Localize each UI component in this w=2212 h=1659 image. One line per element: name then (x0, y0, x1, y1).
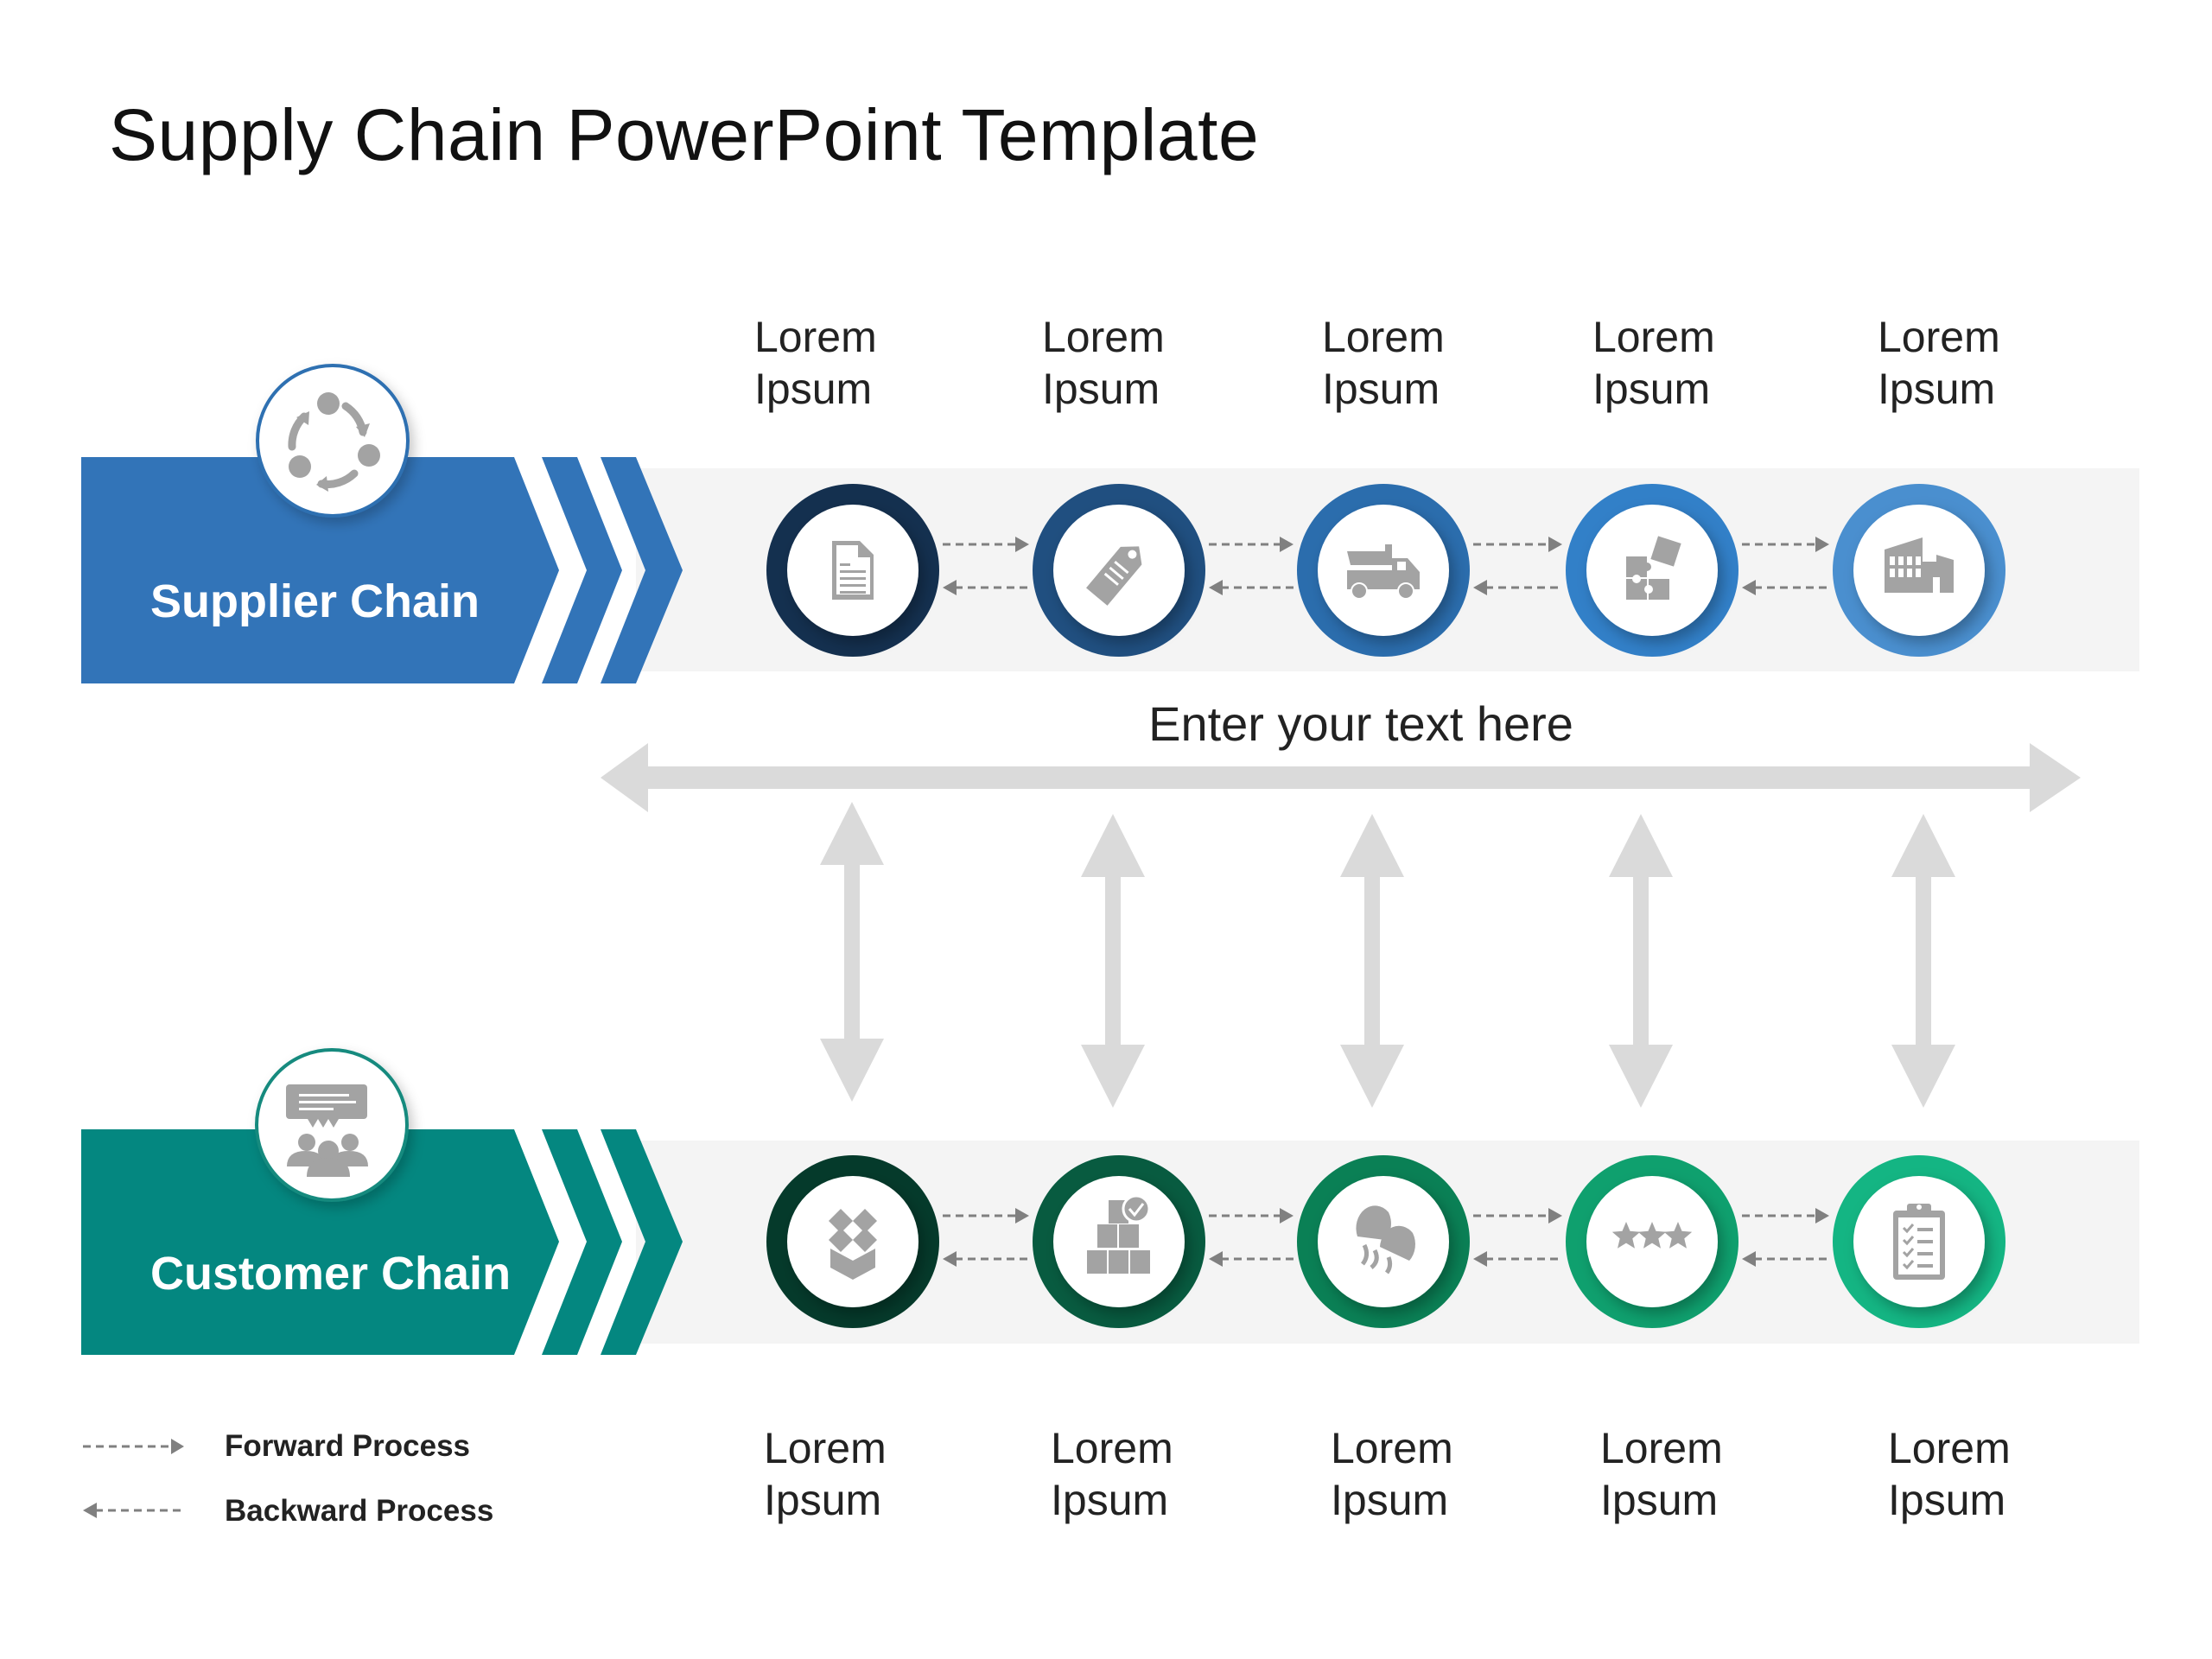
supplier-badge (256, 364, 410, 518)
step-inner (1586, 505, 1718, 636)
customer-badge (255, 1048, 409, 1202)
backward-legend-arrowhead (83, 1503, 97, 1518)
customer-step-label: Lorem Ipsum (1051, 1424, 1173, 1524)
customer-step-node[interactable] (766, 1155, 939, 1328)
customer-step-node[interactable] (1833, 1155, 2005, 1328)
supplier-step-node[interactable] (766, 484, 939, 657)
vertical-double-arrow (1609, 814, 1673, 1108)
vertical-double-arrow (1891, 814, 1955, 1108)
middle-text[interactable]: Enter your text here (1015, 696, 1707, 752)
vertical-double-arrow (820, 802, 884, 1102)
customer-step-node[interactable] (1566, 1155, 1738, 1328)
customer-step-node[interactable] (1033, 1155, 1205, 1328)
document-icon (832, 541, 874, 600)
supplier-chain-title: Supplier Chain (150, 575, 480, 627)
supplier-step-node[interactable] (1833, 484, 2005, 657)
supplier-step-label: Lorem Ipsum (1592, 313, 1715, 413)
supplier-step-node[interactable] (1566, 484, 1738, 657)
customer-step-label: Lorem Ipsum (1600, 1424, 1723, 1524)
step-inner (787, 1176, 918, 1307)
horizontal-double-arrow (601, 743, 2081, 812)
legend-backward-label: Backward Process (225, 1494, 494, 1528)
supplier-step-label: Lorem Ipsum (1042, 313, 1165, 413)
vertical-double-arrow (1081, 814, 1145, 1108)
customer-step-label: Lorem Ipsum (1888, 1424, 2011, 1524)
checklist-clipboard-icon (1893, 1204, 1945, 1280)
vertical-double-arrow (1340, 814, 1404, 1108)
supplier-step-node[interactable] (1033, 484, 1205, 657)
legend-forward-label: Forward Process (225, 1429, 470, 1463)
diagram-canvas (81, 364, 2139, 1518)
supplier-step-label: Lorem Ipsum (1322, 313, 1445, 413)
customer-step-label: Lorem Ipsum (1331, 1424, 1453, 1524)
customer-step-label: Lorem Ipsum (764, 1424, 887, 1524)
forward-legend-arrowhead (171, 1439, 184, 1454)
customer-step-node[interactable] (1297, 1155, 1470, 1328)
supplier-step-label: Lorem Ipsum (1878, 313, 2000, 413)
customer-chain-title: Customer Chain (150, 1248, 512, 1300)
supplier-step-label: Lorem Ipsum (754, 313, 877, 413)
supplier-step-node[interactable] (1297, 484, 1470, 657)
